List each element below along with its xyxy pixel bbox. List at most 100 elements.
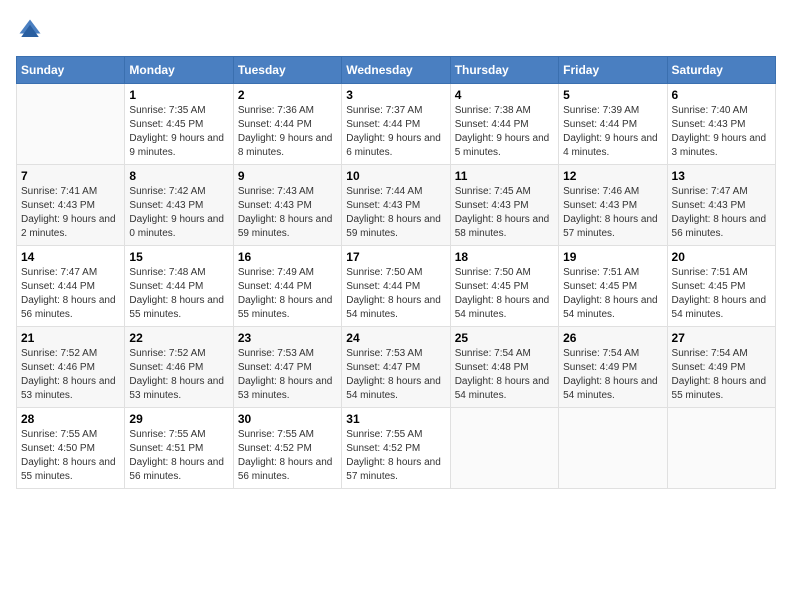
calendar-day-cell: 28Sunrise: 7:55 AMSunset: 4:50 PMDayligh… xyxy=(17,408,125,489)
calendar-week-row: 7Sunrise: 7:41 AMSunset: 4:43 PMDaylight… xyxy=(17,165,776,246)
calendar-week-row: 28Sunrise: 7:55 AMSunset: 4:50 PMDayligh… xyxy=(17,408,776,489)
day-info: Sunrise: 7:53 AMSunset: 4:47 PMDaylight:… xyxy=(238,347,337,403)
calendar-day-cell: 30 Sunrise: 7:55 AMSunset: 4:52 PMDayligh… xyxy=(233,408,341,489)
day-number: 3 xyxy=(346,88,445,102)
day-number: 10 xyxy=(346,169,445,183)
calendar-day-cell: 13 Sunrise: 7:47 AMSunset: 4:43 PMDayligh… xyxy=(667,165,775,246)
calendar-day-cell: 11 Sunrise: 7:45 AMSunset: 4:43 PMDayligh… xyxy=(450,165,558,246)
day-info: Sunrise: 7:54 AMSunset: 4:49 PMDaylight:… xyxy=(672,347,771,403)
day-number: 15 xyxy=(129,250,228,264)
day-info: Sunrise: 7:55 AMSunset: 4:52 PMDaylight:… xyxy=(238,428,337,484)
day-info: Sunrise: 7:46 AMSunset: 4:43 PMDaylight:… xyxy=(563,185,662,241)
calendar-day-cell: 22 Sunrise: 7:52 AMSunset: 4:46 PMDayligh… xyxy=(125,327,233,408)
day-number: 4 xyxy=(455,88,554,102)
calendar-week-row: 21 Sunrise: 7:52 AMSunset: 4:46 PMDayligh… xyxy=(17,327,776,408)
day-number: 20 xyxy=(672,250,771,264)
day-number: 26 xyxy=(563,331,662,345)
day-number: 6 xyxy=(672,88,771,102)
day-info: Sunrise: 7:55 AMSunset: 4:52 PMDaylight:… xyxy=(346,428,445,484)
day-number: 24 xyxy=(346,331,445,345)
day-number: 23 xyxy=(238,331,337,345)
weekday-header: Saturday xyxy=(667,57,775,84)
logo xyxy=(16,16,48,44)
calendar-day-cell xyxy=(667,408,775,489)
weekday-row: SundayMondayTuesdayWednesdayThursdayFrid… xyxy=(17,57,776,84)
calendar-day-cell: 10 Sunrise: 7:44 AMSunset: 4:43 PMDayligh… xyxy=(342,165,450,246)
day-info: Sunrise: 7:44 AMSunset: 4:43 PMDaylight:… xyxy=(346,185,445,241)
weekday-header: Wednesday xyxy=(342,57,450,84)
calendar-day-cell: 3 Sunrise: 7:37 AMSunset: 4:44 PMDaylight… xyxy=(342,84,450,165)
day-info: Sunrise: 7:38 AMSunset: 4:44 PMDaylight:… xyxy=(455,104,554,160)
day-number: 11 xyxy=(455,169,554,183)
day-number: 22 xyxy=(129,331,228,345)
day-info: Sunrise: 7:51 AMSunset: 4:45 PMDaylight:… xyxy=(672,266,771,322)
day-info: Sunrise: 7:39 AMSunset: 4:44 PMDaylight:… xyxy=(563,104,662,160)
calendar-day-cell xyxy=(559,408,667,489)
calendar-day-cell: 27 Sunrise: 7:54 AMSunset: 4:49 PMDayligh… xyxy=(667,327,775,408)
weekday-header: Monday xyxy=(125,57,233,84)
calendar-day-cell xyxy=(450,408,558,489)
day-info: Sunrise: 7:50 AMSunset: 4:44 PMDaylight:… xyxy=(346,266,445,322)
day-number: 21 xyxy=(21,331,120,345)
day-number: 17 xyxy=(346,250,445,264)
calendar-day-cell: 4 Sunrise: 7:38 AMSunset: 4:44 PMDaylight… xyxy=(450,84,558,165)
day-info: Sunrise: 7:47 AMSunset: 4:43 PMDaylight:… xyxy=(672,185,771,241)
day-info: Sunrise: 7:51 AMSunset: 4:45 PMDaylight:… xyxy=(563,266,662,322)
calendar-day-cell: 7Sunrise: 7:41 AMSunset: 4:43 PMDaylight… xyxy=(17,165,125,246)
weekday-header: Tuesday xyxy=(233,57,341,84)
day-number: 18 xyxy=(455,250,554,264)
day-info: Sunrise: 7:41 AMSunset: 4:43 PMDaylight:… xyxy=(21,185,120,241)
logo-icon xyxy=(16,16,44,44)
calendar-week-row: 14Sunrise: 7:47 AMSunset: 4:44 PMDayligh… xyxy=(17,246,776,327)
calendar-day-cell xyxy=(17,84,125,165)
calendar-day-cell: 19 Sunrise: 7:51 AMSunset: 4:45 PMDayligh… xyxy=(559,246,667,327)
calendar-day-cell: 24Sunrise: 7:53 AMSunset: 4:47 PMDayligh… xyxy=(342,327,450,408)
calendar-table: SundayMondayTuesdayWednesdayThursdayFrid… xyxy=(16,56,776,489)
day-info: Sunrise: 7:55 AMSunset: 4:50 PMDaylight:… xyxy=(21,428,120,484)
calendar-day-cell: 6 Sunrise: 7:40 AMSunset: 4:43 PMDaylight… xyxy=(667,84,775,165)
day-number: 31 xyxy=(346,412,445,426)
day-number: 9 xyxy=(238,169,337,183)
calendar-day-cell: 16 Sunrise: 7:49 AMSunset: 4:44 PMDayligh… xyxy=(233,246,341,327)
calendar-header: SundayMondayTuesdayWednesdayThursdayFrid… xyxy=(17,57,776,84)
calendar-day-cell: 2Sunrise: 7:36 AMSunset: 4:44 PMDaylight… xyxy=(233,84,341,165)
day-number: 16 xyxy=(238,250,337,264)
day-info: Sunrise: 7:54 AMSunset: 4:48 PMDaylight:… xyxy=(455,347,554,403)
day-info: Sunrise: 7:35 AMSunset: 4:45 PMDaylight:… xyxy=(129,104,228,160)
day-info: Sunrise: 7:49 AMSunset: 4:44 PMDaylight:… xyxy=(238,266,337,322)
calendar-day-cell: 21Sunrise: 7:52 AMSunset: 4:46 PMDayligh… xyxy=(17,327,125,408)
day-info: Sunrise: 7:50 AMSunset: 4:45 PMDaylight:… xyxy=(455,266,554,322)
calendar-day-cell: 1 Sunrise: 7:35 AMSunset: 4:45 PMDaylight… xyxy=(125,84,233,165)
day-info: Sunrise: 7:52 AMSunset: 4:46 PMDaylight:… xyxy=(129,347,228,403)
day-info: Sunrise: 7:54 AMSunset: 4:49 PMDaylight:… xyxy=(563,347,662,403)
day-info: Sunrise: 7:45 AMSunset: 4:43 PMDaylight:… xyxy=(455,185,554,241)
day-number: 13 xyxy=(672,169,771,183)
calendar-day-cell: 8Sunrise: 7:42 AMSunset: 4:43 PMDaylight… xyxy=(125,165,233,246)
day-number: 19 xyxy=(563,250,662,264)
calendar-day-cell: 20 Sunrise: 7:51 AMSunset: 4:45 PMDayligh… xyxy=(667,246,775,327)
calendar-day-cell: 17 Sunrise: 7:50 AMSunset: 4:44 PMDayligh… xyxy=(342,246,450,327)
calendar-day-cell: 18 Sunrise: 7:50 AMSunset: 4:45 PMDayligh… xyxy=(450,246,558,327)
weekday-header: Thursday xyxy=(450,57,558,84)
calendar-day-cell: 12 Sunrise: 7:46 AMSunset: 4:43 PMDayligh… xyxy=(559,165,667,246)
day-info: Sunrise: 7:40 AMSunset: 4:43 PMDaylight:… xyxy=(672,104,771,160)
day-info: Sunrise: 7:37 AMSunset: 4:44 PMDaylight:… xyxy=(346,104,445,160)
day-number: 1 xyxy=(129,88,228,102)
day-number: 27 xyxy=(672,331,771,345)
day-number: 25 xyxy=(455,331,554,345)
calendar-day-cell: 29 Sunrise: 7:55 AMSunset: 4:51 PMDayligh… xyxy=(125,408,233,489)
calendar-day-cell: 5 Sunrise: 7:39 AMSunset: 4:44 PMDaylight… xyxy=(559,84,667,165)
day-number: 12 xyxy=(563,169,662,183)
page-header xyxy=(16,16,776,44)
day-number: 30 xyxy=(238,412,337,426)
day-info: Sunrise: 7:36 AMSunset: 4:44 PMDaylight:… xyxy=(238,104,337,160)
day-number: 14 xyxy=(21,250,120,264)
day-number: 5 xyxy=(563,88,662,102)
day-info: Sunrise: 7:55 AMSunset: 4:51 PMDaylight:… xyxy=(129,428,228,484)
calendar-day-cell: 23 Sunrise: 7:53 AMSunset: 4:47 PMDayligh… xyxy=(233,327,341,408)
day-info: Sunrise: 7:43 AMSunset: 4:43 PMDaylight:… xyxy=(238,185,337,241)
day-number: 29 xyxy=(129,412,228,426)
calendar-day-cell: 31 Sunrise: 7:55 AMSunset: 4:52 PMDayligh… xyxy=(342,408,450,489)
weekday-header: Friday xyxy=(559,57,667,84)
calendar-day-cell: 9 Sunrise: 7:43 AMSunset: 4:43 PMDaylight… xyxy=(233,165,341,246)
